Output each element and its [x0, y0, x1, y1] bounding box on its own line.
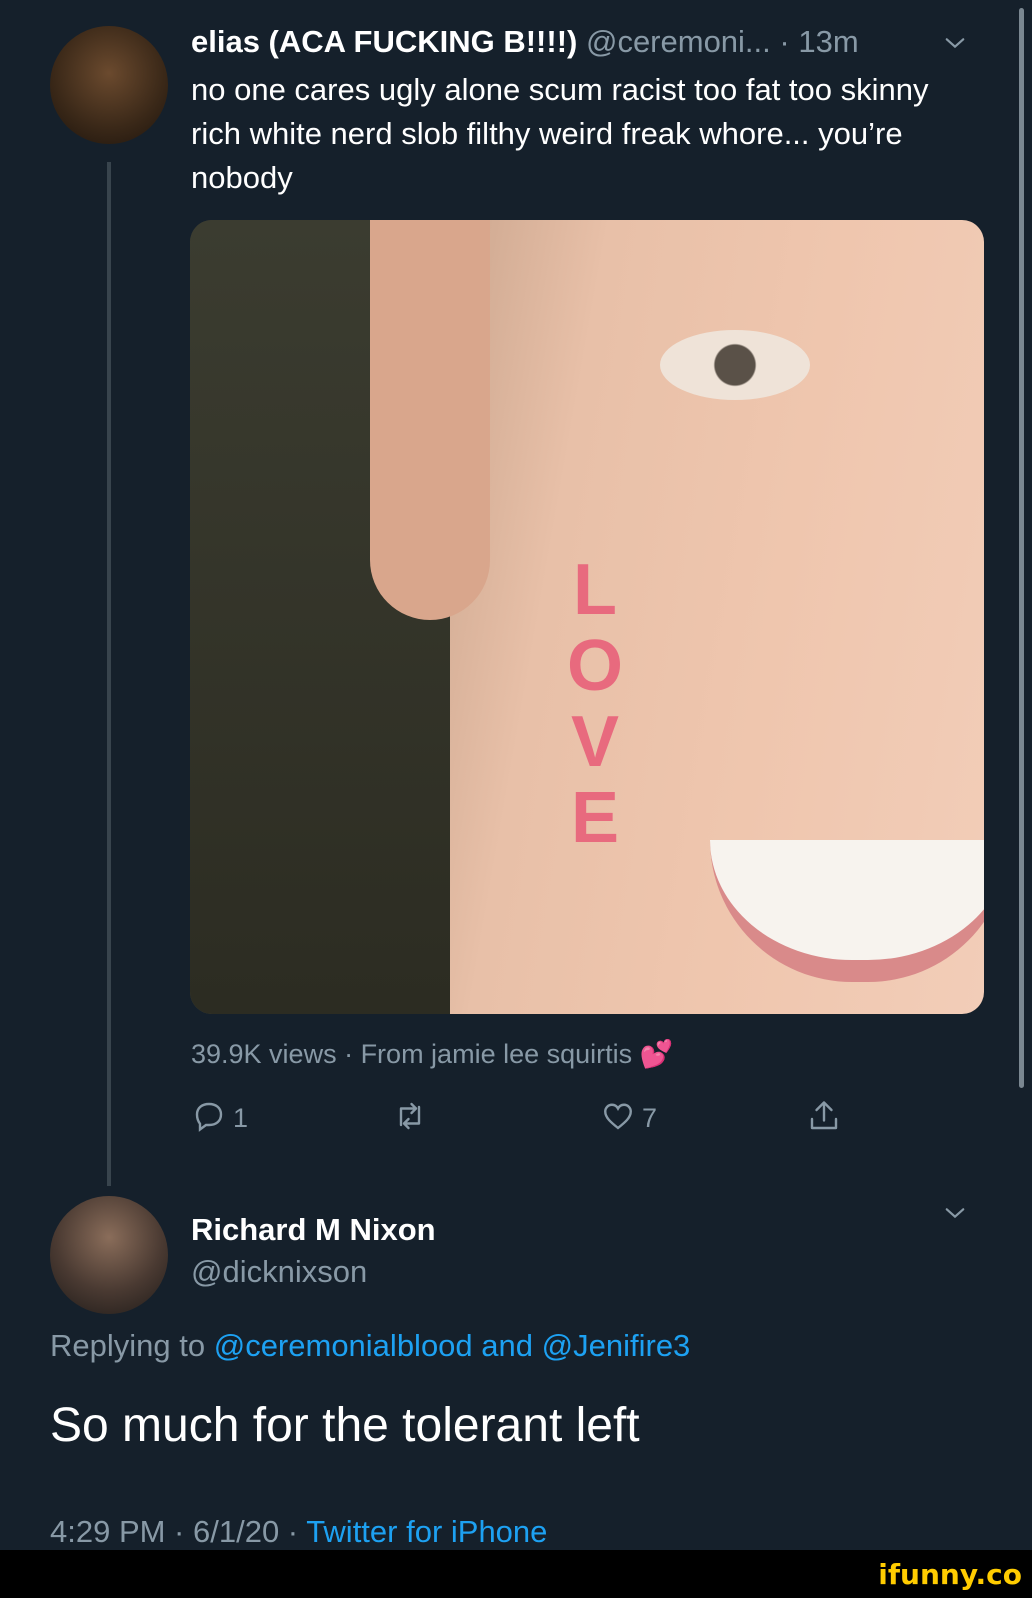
tweet2-timestamp-line: 4:29 PM · 6/1/20 · Twitter for iPhone: [50, 1514, 547, 1550]
media-eye: [660, 330, 810, 400]
share-icon[interactable]: [806, 1098, 842, 1139]
media-smile: [710, 840, 984, 982]
tweet2-author-handle[interactable]: @dicknixson: [191, 1254, 367, 1290]
watermark-bar: ifunny.co: [0, 1550, 1032, 1598]
tweet2-time[interactable]: 4:29 PM · 6/1/20 ·: [50, 1514, 298, 1549]
media-overlay-text: LOVE: [555, 550, 635, 854]
media-ear: [370, 220, 490, 620]
retweet-action[interactable]: [392, 1098, 428, 1138]
tweet1-chevron-down-icon[interactable]: [944, 32, 966, 54]
retweet-icon[interactable]: [392, 1098, 428, 1139]
avatar-nixon[interactable]: [50, 1196, 168, 1314]
replying-handle-ceremonialblood[interactable]: @ceremonialblood: [214, 1328, 473, 1363]
reply-action[interactable]: 1: [191, 1098, 248, 1138]
tweet1-separator: ·: [779, 24, 790, 59]
views-text[interactable]: 39.9K views · From jamie lee squirtis: [191, 1039, 632, 1069]
ifunny-watermark: ifunny.co: [878, 1558, 1022, 1591]
replying-prefix: Replying to: [50, 1328, 206, 1363]
replying-handle-jenifire3[interactable]: @Jenifire3: [542, 1328, 691, 1363]
avatar-elias[interactable]: [50, 26, 168, 144]
reply-count: 1: [233, 1102, 249, 1133]
scrollbar[interactable]: [1019, 8, 1024, 1088]
replying-to-line: Replying to @ceremonialblood and @Jenifi…: [50, 1328, 690, 1364]
two-hearts-emoji: 💕: [639, 1039, 674, 1069]
tweet1-author-handle[interactable]: @ceremoni...: [586, 24, 771, 59]
tweet1-video-media[interactable]: LOVE: [190, 220, 984, 1014]
tweet2-author-name[interactable]: Richard M Nixon: [191, 1212, 436, 1248]
thread-connector-line: [107, 162, 111, 1186]
share-action[interactable]: [806, 1098, 842, 1138]
tweet1-header: elias (ACA FUCKING B!!!!) @ceremoni... ·…: [191, 24, 859, 60]
tweet2-source-link[interactable]: Twitter for iPhone: [306, 1514, 547, 1549]
tweet1-author-name[interactable]: elias (ACA FUCKING B!!!!): [191, 24, 577, 59]
tweet2-chevron-down-icon[interactable]: [944, 1202, 966, 1224]
tweet1-time[interactable]: 13m: [798, 24, 858, 59]
like-action[interactable]: 7: [600, 1098, 657, 1138]
like-icon[interactable]: [600, 1098, 636, 1139]
replying-and[interactable]: and: [481, 1328, 533, 1363]
tweet2-text: So much for the tolerant left: [50, 1399, 640, 1452]
tweet1-views-line: 39.9K views · From jamie lee squirtis 💕: [191, 1038, 673, 1070]
like-count: 7: [642, 1102, 658, 1133]
tweet1-text: no one cares ugly alone scum racist too …: [191, 72, 929, 195]
reply-icon[interactable]: [191, 1098, 227, 1139]
